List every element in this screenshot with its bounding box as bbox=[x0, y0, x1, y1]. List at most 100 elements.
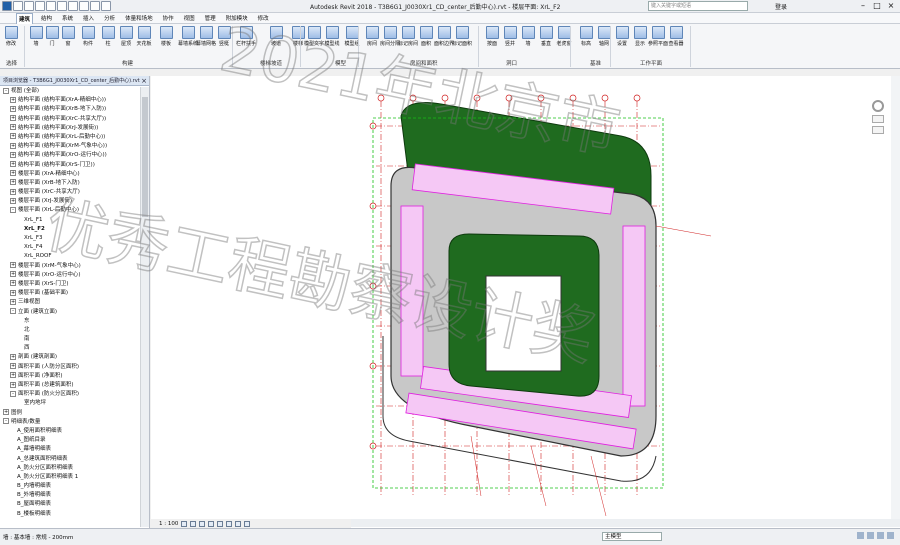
filter-icon[interactable] bbox=[857, 532, 864, 539]
expand-icon[interactable]: + bbox=[10, 115, 16, 122]
ribbon-button-8[interactable]: 楼板 bbox=[158, 26, 174, 47]
tree-item[interactable]: B_外墙明细表 bbox=[0, 491, 140, 500]
tree-item[interactable]: A_使用面积明细表 bbox=[0, 427, 140, 436]
tree-item[interactable]: - 明细表/数量 bbox=[0, 418, 140, 427]
tab-4[interactable]: 分析 bbox=[102, 13, 117, 23]
steering-wheel-icon[interactable] bbox=[872, 100, 884, 112]
expand-icon[interactable]: + bbox=[10, 124, 16, 131]
tree-item[interactable]: + 面积平面 (总建筑面积) bbox=[0, 381, 140, 390]
ribbon-button-0[interactable]: 修改 bbox=[3, 26, 19, 47]
tab-5[interactable]: 体量和场地 bbox=[123, 13, 155, 23]
tree-item[interactable]: A_幕墙明细表 bbox=[0, 445, 140, 454]
tree-item[interactable]: + 楼层平面 (XrO-运行中心) bbox=[0, 271, 140, 280]
active-workset-select[interactable]: 主模型 bbox=[602, 532, 662, 541]
expand-icon[interactable]: + bbox=[10, 353, 16, 360]
expand-icon[interactable]: + bbox=[10, 298, 16, 305]
tab-7[interactable]: 视图 bbox=[182, 13, 197, 23]
tree-item[interactable]: + 楼层平面 (XrC-共享大厅) bbox=[0, 188, 140, 197]
tree-item[interactable]: 室内地坪 bbox=[0, 399, 140, 408]
sun-path-icon[interactable] bbox=[199, 520, 206, 527]
collapse-icon[interactable]: - bbox=[3, 418, 9, 425]
temporary-hide-icon[interactable] bbox=[235, 520, 242, 527]
tree-item[interactable]: A_防火分区面积明细表 1 bbox=[0, 473, 140, 482]
close-icon[interactable]: × bbox=[884, 0, 898, 12]
select-underlay-icon[interactable] bbox=[877, 532, 884, 539]
reveal-hidden-icon[interactable] bbox=[244, 520, 251, 527]
canvas-vertical-scrollbar[interactable] bbox=[891, 76, 900, 519]
section-icon[interactable] bbox=[101, 1, 111, 11]
tree-item[interactable]: + 楼层平面 (XrA-精细中心) bbox=[0, 170, 140, 179]
tree-item[interactable]: + 结构平面 (结构平面(XrJ-发展街)) bbox=[0, 124, 140, 133]
drawing-canvas[interactable] bbox=[151, 76, 900, 528]
tree-item[interactable]: + 结构平面 (结构平面(XrL-后勤中心)) bbox=[0, 133, 140, 142]
tree-item[interactable]: B_楼板明细表 bbox=[0, 510, 140, 519]
ribbon-button-11[interactable]: 竖梃 bbox=[216, 26, 232, 47]
ribbon-button-25[interactable]: 竖井 bbox=[502, 26, 518, 47]
tab-9[interactable]: 附加模块 bbox=[224, 13, 250, 23]
ribbon-button-19[interactable]: 房间分隔 bbox=[380, 26, 400, 47]
tree-item[interactable]: A_总建筑面积明细表 bbox=[0, 455, 140, 464]
tree-item[interactable]: B_屋面明细表 bbox=[0, 500, 140, 509]
tree-item[interactable]: - 视图 (全部) bbox=[0, 87, 140, 96]
tree-item[interactable]: + 面积平面 (人防分区面积) bbox=[0, 363, 140, 372]
tree-item[interactable]: 西 bbox=[0, 344, 140, 353]
ribbon-button-31[interactable]: 设置 bbox=[614, 26, 630, 47]
tree-item[interactable]: XrL_F3 bbox=[0, 234, 140, 243]
login-link[interactable]: 登录 bbox=[775, 2, 787, 11]
expand-icon[interactable]: + bbox=[10, 372, 16, 379]
expand-icon[interactable]: + bbox=[3, 409, 9, 416]
expand-icon[interactable]: + bbox=[10, 188, 16, 195]
tree-item[interactable]: A_图纸目录 bbox=[0, 436, 140, 445]
tree-item[interactable]: XrL_F1 bbox=[0, 216, 140, 225]
select-links-icon[interactable] bbox=[867, 532, 874, 539]
tree-item[interactable]: + 结构平面 (结构平面(XrB-地下入防)) bbox=[0, 105, 140, 114]
collapse-icon[interactable]: - bbox=[3, 87, 9, 94]
search-input[interactable]: 键入关键字或短语 bbox=[648, 1, 748, 11]
tree-item[interactable]: XrL_ROOF bbox=[0, 252, 140, 261]
detail-level-icon[interactable] bbox=[181, 520, 188, 527]
text-icon[interactable] bbox=[79, 1, 89, 11]
view-scale[interactable]: 1 : 100 bbox=[159, 521, 178, 527]
expand-icon[interactable]: + bbox=[10, 271, 16, 278]
ribbon-button-4[interactable]: 构件 bbox=[80, 26, 96, 47]
expand-icon[interactable]: + bbox=[10, 179, 16, 186]
tree-item[interactable]: + 结构平面 (结构平面(XrC-共享大厅)) bbox=[0, 115, 140, 124]
shadows-icon[interactable] bbox=[208, 520, 215, 527]
tree-item[interactable]: + 三维视图 bbox=[0, 298, 140, 307]
tree-item[interactable]: + 楼层平面 (基础平面) bbox=[0, 289, 140, 298]
undo-icon[interactable] bbox=[35, 1, 45, 11]
tree-item[interactable]: + 图例 bbox=[0, 409, 140, 418]
collapse-icon[interactable]: - bbox=[10, 308, 16, 314]
ribbon-button-27[interactable]: 垂直 bbox=[538, 26, 554, 47]
ribbon-button-1[interactable]: 墙 bbox=[28, 26, 44, 47]
tree-item[interactable]: + 结构平面 (结构平面(XrM-气象中心)) bbox=[0, 142, 140, 151]
3d-view-icon[interactable] bbox=[90, 1, 100, 11]
tree-item[interactable]: + 结构平面 (结构平面(XrO-运行中心)) bbox=[0, 151, 140, 160]
zoom-icon[interactable] bbox=[872, 115, 884, 123]
show-crop-icon[interactable] bbox=[226, 520, 233, 527]
redo-icon[interactable] bbox=[46, 1, 56, 11]
ribbon-button-22[interactable]: 面积边界 bbox=[434, 26, 454, 47]
measure-icon[interactable] bbox=[68, 1, 78, 11]
tree-item[interactable]: 东 bbox=[0, 317, 140, 326]
visual-style-icon[interactable] bbox=[190, 520, 197, 527]
expand-icon[interactable]: + bbox=[10, 262, 16, 269]
tree-item[interactable]: + 楼层平面 (XrS-门卫) bbox=[0, 280, 140, 289]
collapse-icon[interactable]: - bbox=[10, 206, 16, 213]
ribbon-button-16[interactable]: 模型线 bbox=[324, 26, 340, 47]
print-icon[interactable] bbox=[57, 1, 67, 11]
crop-view-icon[interactable] bbox=[217, 520, 224, 527]
save-icon[interactable] bbox=[24, 1, 34, 11]
ribbon-button-18[interactable]: 房间 bbox=[364, 26, 380, 47]
ribbon-button-33[interactable]: 参照平面 bbox=[648, 26, 668, 47]
tree-item[interactable]: 北 bbox=[0, 326, 140, 335]
ribbon-button-10[interactable]: 幕墙网格 bbox=[196, 26, 216, 47]
ribbon-button-32[interactable]: 显示 bbox=[632, 26, 648, 47]
expand-icon[interactable]: + bbox=[10, 151, 16, 158]
close-icon[interactable]: × bbox=[141, 76, 147, 85]
expand-icon[interactable]: + bbox=[10, 142, 16, 149]
ribbon-button-6[interactable]: 屋顶 bbox=[118, 26, 134, 47]
pan-icon[interactable] bbox=[872, 126, 884, 134]
tree-item[interactable]: 南 bbox=[0, 335, 140, 344]
expand-icon[interactable]: + bbox=[10, 381, 16, 388]
